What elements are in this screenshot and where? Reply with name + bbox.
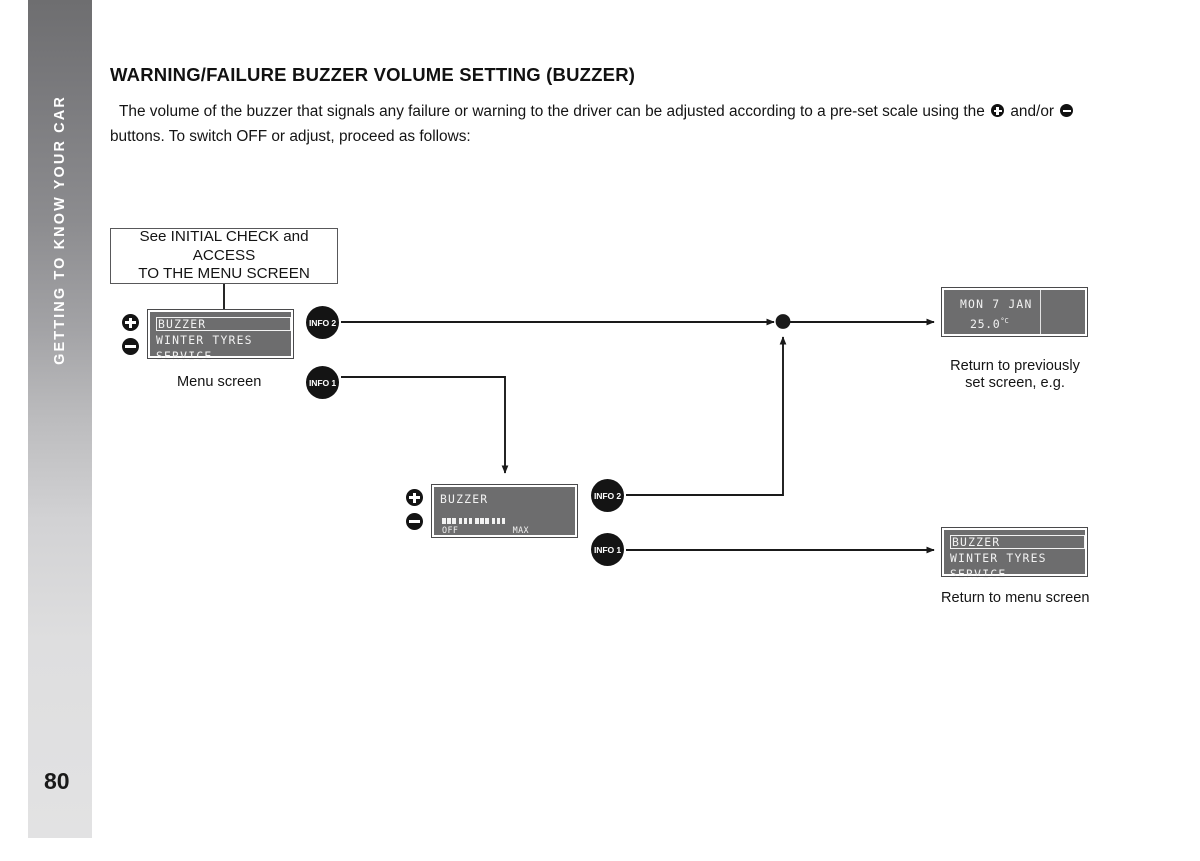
- volume-segment: [446, 518, 451, 524]
- volume-segment: [468, 518, 473, 524]
- lcd-buzzer-title: BUZZER: [440, 492, 489, 506]
- lcd-clock-temperature: 25.0°C: [970, 317, 1009, 331]
- info2-button-middle[interactable]: INFO 2: [591, 479, 624, 512]
- lcd-temperature-value: 25.0: [970, 317, 1001, 331]
- caption-menu-screen: Menu screen: [177, 374, 262, 390]
- plus-button-icon[interactable]: [406, 489, 423, 506]
- reference-box-text: See INITIAL CHECK and ACCESS TO THE MENU…: [111, 228, 337, 284]
- lcd-menu-item-winter-tyres: WINTER TYRES: [156, 332, 253, 347]
- volume-scale-max: MAX: [512, 525, 529, 535]
- lcd-buzzer-volume-screen: BUZZER OFF MAX: [431, 484, 578, 538]
- diagram-connectors: [223, 284, 935, 554]
- volume-segment: [496, 518, 501, 524]
- volume-segment: [475, 518, 479, 524]
- volume-segment: [451, 518, 456, 524]
- volume-scale-min: OFF: [442, 525, 459, 535]
- volume-segment: [485, 518, 489, 524]
- volume-group: [442, 518, 456, 524]
- info1-button-middle[interactable]: INFO 1: [591, 533, 624, 566]
- stepper-menu-screen[interactable]: [122, 314, 139, 362]
- lcd-clock-date: MON 7 JAN: [960, 297, 1033, 311]
- stepper-buzzer-screen[interactable]: [406, 489, 423, 537]
- reference-box: See INITIAL CHECK and ACCESS TO THE MENU…: [110, 228, 338, 284]
- lcd-menu-screen-return: BUZZER WINTER TYRES SERVICE: [941, 527, 1088, 581]
- caption-return-to-set-screen: Return to previously set screen, e.g.: [945, 358, 1085, 392]
- volume-segment: [501, 518, 506, 524]
- caption-return-set-line-1: Return to previously: [950, 358, 1080, 374]
- volume-segment: [463, 518, 468, 524]
- lcd-menu-item-service: SERVICE: [950, 567, 1007, 581]
- volume-segment: [442, 518, 446, 524]
- minus-button-icon[interactable]: [406, 513, 423, 530]
- caption-return-to-menu-screen: Return to menu screen: [941, 590, 1090, 606]
- volume-group: [491, 518, 506, 524]
- lcd-menu-item-service: SERVICE: [156, 349, 213, 363]
- volume-segment: [480, 518, 484, 524]
- volume-group: [475, 518, 489, 524]
- volume-level-bar: [442, 518, 506, 524]
- info2-button-top[interactable]: INFO 2: [306, 306, 339, 339]
- caption-return-set-line-2: set screen, e.g.: [965, 375, 1065, 391]
- reference-box-line-2: TO THE MENU SCREEN: [138, 265, 310, 283]
- flow-diagram: See INITIAL CHECK and ACCESS TO THE MENU…: [0, 0, 1200, 861]
- lcd-menu-item-buzzer: BUZZER: [950, 535, 1085, 549]
- info1-button-top[interactable]: INFO 1: [306, 366, 339, 399]
- lcd-menu-item-winter-tyres: WINTER TYRES: [950, 550, 1047, 565]
- volume-scale-labels: OFF MAX: [442, 525, 567, 535]
- reference-box-line-1: See INITIAL CHECK and ACCESS: [139, 228, 309, 264]
- plus-button-icon[interactable]: [122, 314, 139, 331]
- lcd-menu-item-buzzer: BUZZER: [156, 317, 291, 331]
- lcd-temperature-unit: °C: [1000, 317, 1009, 325]
- volume-group: [458, 518, 473, 524]
- lcd-clock-left-pane: MON 7 JAN 25.0°C: [944, 290, 1041, 334]
- lcd-clock-screen: MON 7 JAN 25.0°C: [941, 287, 1088, 337]
- lcd-menu-screen: BUZZER WINTER TYRES SERVICE: [147, 309, 294, 363]
- volume-segment: [491, 518, 496, 524]
- minus-button-icon[interactable]: [122, 338, 139, 355]
- volume-segment: [458, 518, 463, 524]
